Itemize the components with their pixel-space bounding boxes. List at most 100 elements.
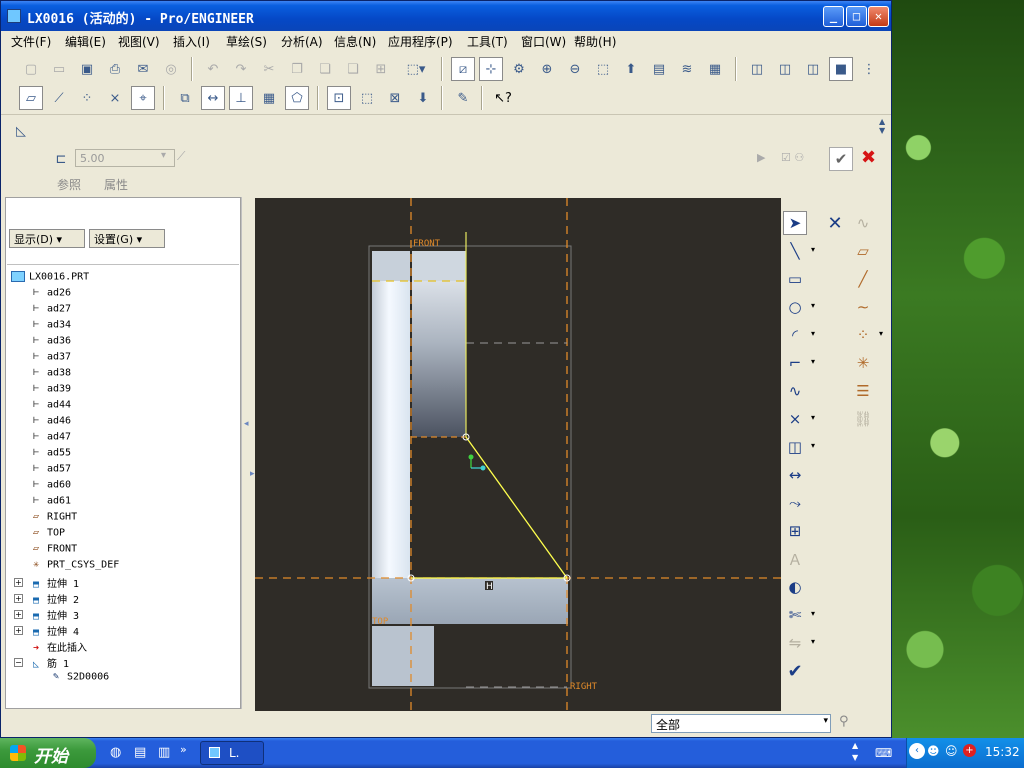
line-tool-dropdown-icon[interactable]: ▾: [811, 245, 815, 254]
curve-approx-icon[interactable]: ∿: [851, 211, 875, 235]
save-icon[interactable]: ▣: [75, 57, 99, 81]
trim-tool-icon[interactable]: ✄: [783, 603, 807, 627]
circle-tool-icon[interactable]: ○: [783, 295, 807, 319]
paste-icon[interactable]: ❏: [313, 57, 337, 81]
hidden-line-icon[interactable]: ◫: [773, 57, 797, 81]
tree-item[interactable]: ⊢ ad36: [29, 335, 71, 351]
arc-tool-dropdown-icon[interactable]: ▾: [811, 329, 815, 338]
undo-icon[interactable]: ↶: [201, 57, 225, 81]
spline-tool-icon[interactable]: ∿: [783, 379, 807, 403]
annotation-icon[interactable]: ▤: [647, 57, 671, 81]
cancel-x-icon[interactable]: ✖: [861, 147, 876, 168]
maximize-button[interactable]: □: [846, 6, 867, 27]
delete-x-icon[interactable]: ✕: [823, 211, 847, 235]
menu-sketch[interactable]: 草绘(S): [226, 33, 267, 50]
tree-root[interactable]: LX0016.PRT: [11, 271, 89, 287]
thickness-dropdown-icon[interactable]: ▾: [161, 150, 166, 161]
dashboard-collapse-icon[interactable]: ▲ ▼: [879, 117, 885, 135]
menu-info[interactable]: 信息(N): [334, 33, 376, 50]
tree-item[interactable]: ⊢ ad37: [29, 351, 71, 367]
tree-item[interactable]: ⊢ ad57: [29, 463, 71, 479]
tree-item[interactable]: ◺ 筋 1: [29, 655, 69, 671]
tree-item[interactable]: ▱ FRONT: [29, 543, 77, 559]
tree-item[interactable]: ▱ TOP: [29, 527, 65, 543]
minimize-button[interactable]: _: [823, 6, 844, 27]
send-icon[interactable]: ✉: [131, 57, 155, 81]
tree-item[interactable]: ⊢ ad39: [29, 383, 71, 399]
menu-view[interactable]: 视图(V): [118, 33, 160, 50]
dimension-tool-icon[interactable]: ↔: [783, 463, 807, 487]
tree-expander[interactable]: +: [14, 626, 23, 635]
tree-item[interactable]: ⬒ 拉伸 3: [29, 607, 79, 623]
highlight-open-ends-icon[interactable]: ⊠: [383, 86, 407, 110]
circle-tool-dropdown-icon[interactable]: ▾: [811, 301, 815, 310]
menu-file[interactable]: 文件(F): [11, 33, 51, 50]
quicklaunch-more-icon[interactable]: »: [180, 743, 187, 756]
title-bar[interactable]: LX0016 (活动的) - Pro/ENGINEER _ □ ✕: [1, 1, 891, 31]
expand-right-icon[interactable]: ▸: [250, 469, 255, 479]
sketch-overlap-icon[interactable]: ⬚: [355, 86, 379, 110]
tree-item[interactable]: ⊢ ad61: [29, 495, 71, 511]
fillet-tool-icon[interactable]: ⌐: [783, 351, 807, 375]
qq-alt-icon[interactable]: ☺: [945, 744, 958, 758]
display-constraints-icon[interactable]: ⊹: [479, 57, 503, 81]
chain-tool-icon[interactable]: ⛓: [851, 407, 875, 431]
thickness-input[interactable]: 5.00: [75, 149, 175, 167]
selection-box-icon[interactable]: ⬚▾: [399, 57, 433, 81]
close-button[interactable]: ✕: [868, 6, 889, 27]
tree-item[interactable]: ⬒ 拉伸 4: [29, 623, 79, 639]
show-dimensions-icon[interactable]: ↔: [201, 86, 225, 110]
shading-icon[interactable]: ■: [829, 57, 853, 81]
datum-point-icon[interactable]: ⁘: [75, 86, 99, 110]
sketch-view-icon[interactable]: ⧄: [451, 57, 475, 81]
mirror-tool-icon[interactable]: ⇋: [783, 631, 807, 655]
shade-closed-loops-icon[interactable]: ⬇: [411, 86, 435, 110]
tree-item[interactable]: ✳ PRT_CSYS_DEF: [29, 559, 119, 575]
collapse-left-icon[interactable]: ◂: [244, 419, 249, 429]
tree-item[interactable]: ⊢ ad60: [29, 479, 71, 495]
settings-combo[interactable]: 设置(G) ▾: [89, 229, 165, 248]
qq-icon[interactable]: ☻: [927, 744, 940, 758]
tree-expander[interactable]: +: [14, 578, 23, 587]
tree-item[interactable]: ⬒ 拉伸 2: [29, 591, 79, 607]
pause-icon[interactable]: ▶: [757, 151, 765, 164]
text-tool-icon[interactable]: Ａ: [783, 547, 807, 571]
show-constraints-icon[interactable]: ⊥: [229, 86, 253, 110]
layers-icon[interactable]: ≋: [675, 57, 699, 81]
point-tool-icon[interactable]: ⁘: [851, 323, 875, 347]
reorient-icon[interactable]: ⬆: [619, 57, 643, 81]
menu-window[interactable]: 窗口(W): [521, 33, 566, 50]
start-button[interactable]: 开始: [0, 738, 96, 768]
keyboard-icon[interactable]: ⌨: [875, 746, 892, 760]
tray-expand-icon[interactable]: ‹: [909, 743, 925, 759]
taskbar-task[interactable]: L.: [200, 741, 264, 765]
csys-tool-icon[interactable]: ✳: [851, 351, 875, 375]
arc-tool-icon[interactable]: ◜: [783, 323, 807, 347]
tab-references[interactable]: 参照: [57, 176, 81, 193]
sketch-point-dropdown-icon[interactable]: ▾: [811, 413, 815, 422]
tree-item[interactable]: ⊢ ad26: [29, 287, 71, 303]
fillet-tool-dropdown-icon[interactable]: ▾: [811, 357, 815, 366]
axis-tool-icon[interactable]: ╱: [851, 267, 875, 291]
tree-item[interactable]: ✎ S2D0006: [49, 671, 109, 687]
wireframe-icon[interactable]: ◫: [745, 57, 769, 81]
use-edge-icon[interactable]: ◫: [783, 435, 807, 459]
print-icon[interactable]: ⎙: [103, 57, 127, 81]
datum-axis-icon[interactable]: ⟋: [47, 86, 71, 110]
tree-item[interactable]: ⊢ ad34: [29, 319, 71, 335]
quicklaunch-1-icon[interactable]: ◍: [110, 745, 121, 760]
spin-center-icon[interactable]: ⌖: [131, 86, 155, 110]
line-tool-icon[interactable]: ╲: [783, 239, 807, 263]
menu-help[interactable]: 帮助(H): [574, 33, 616, 50]
sketch-setup-icon[interactable]: ⧉: [173, 86, 197, 110]
quicklaunch-3-icon[interactable]: ▥: [158, 745, 170, 760]
done-check-icon[interactable]: ✔: [783, 659, 807, 683]
point-tool-dropdown-icon[interactable]: ▾: [879, 329, 883, 338]
zoom-in-icon[interactable]: ⊕: [535, 57, 559, 81]
redo-icon[interactable]: ↷: [229, 57, 253, 81]
rectangle-tool-icon[interactable]: ▭: [783, 267, 807, 291]
context-help-icon[interactable]: ↖?: [491, 86, 515, 110]
quicklaunch-2-icon[interactable]: ▤: [134, 745, 146, 760]
menu-analysis[interactable]: 分析(A): [281, 33, 323, 50]
panel-splitter[interactable]: ◂ ▸: [241, 197, 255, 709]
